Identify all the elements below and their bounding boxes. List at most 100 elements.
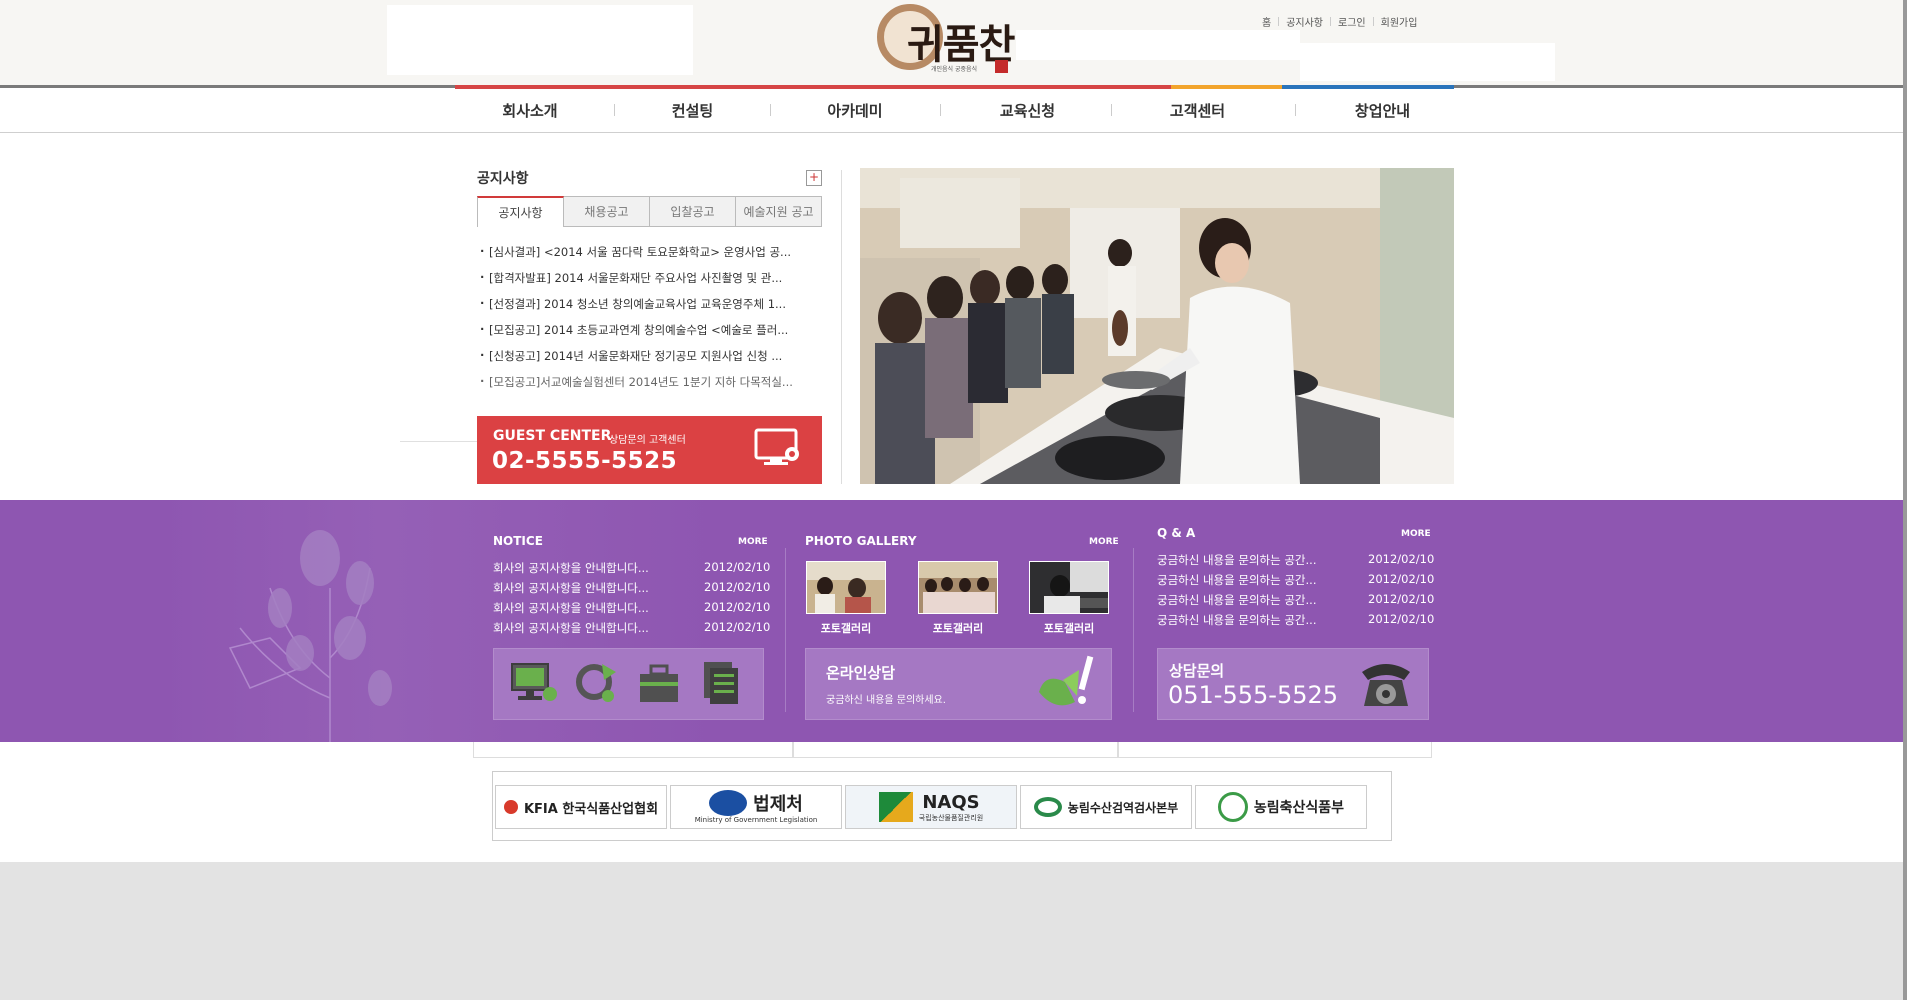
gallery-block-title: PHOTO GALLERY	[805, 534, 917, 548]
partner-banner-qia[interactable]: 농림수산검역검사본부	[1020, 785, 1192, 829]
list-item-date: 2012/02/10	[1368, 592, 1435, 606]
notice-more-button[interactable]: MORE	[738, 537, 768, 547]
list-item-date: 2012/02/10	[704, 560, 771, 574]
divider	[770, 104, 771, 116]
tab-bid[interactable]: 입찰공고	[650, 196, 736, 227]
partner-banners: KFIA 한국식품산업협회 법제처 Ministry of Government…	[492, 771, 1392, 841]
footer	[0, 862, 1907, 1000]
partner-banner-moleg[interactable]: 법제처 Ministry of Government Legislation	[670, 785, 842, 829]
util-link-signup[interactable]: 회원가입	[1381, 14, 1418, 29]
site-logo[interactable]: 귀품찬 개인음식 궁중음식	[877, 2, 1015, 80]
divider	[1372, 17, 1374, 26]
decorative-frame	[1118, 742, 1432, 758]
partner-banner-naqs[interactable]: NAQS 국립농산물품질관리원	[845, 785, 1017, 829]
nav-item-customer-center[interactable]: 고객센터	[1120, 88, 1275, 132]
tab-art-support[interactable]: 예술지원 공고	[736, 196, 822, 227]
cooking-class-photo	[860, 168, 1454, 484]
guest-center-sub: 상담문의 고객센터	[609, 435, 686, 446]
header-ad-slot-right	[1300, 43, 1555, 81]
nav-item-company[interactable]: 회사소개	[455, 88, 605, 132]
list-item[interactable]: 궁금하신 내용을 문의하는 공간...	[1157, 592, 1316, 608]
nav-item-consulting[interactable]: 컨설팅	[620, 88, 765, 132]
list-item[interactable]: [합격자발표] 2014 서울문화재단 주요사업 사진촬영 및 관...	[477, 270, 822, 296]
list-item[interactable]: 궁금하신 내용을 문의하는 공간...	[1157, 612, 1316, 628]
decorative-frame	[473, 742, 793, 758]
divider	[1133, 548, 1134, 712]
list-item[interactable]: [선정결과] 2014 청소년 창의예술교육사업 교육운영주체 1...	[477, 296, 822, 322]
decorative-frame	[793, 742, 1118, 758]
divider	[841, 170, 842, 484]
list-item[interactable]: 궁금하신 내용을 문의하는 공간...	[1157, 572, 1316, 588]
mafra-logo-icon	[1217, 792, 1248, 822]
util-link-login[interactable]: 로그인	[1338, 14, 1366, 29]
list-item-date: 2012/02/10	[1368, 612, 1435, 626]
gallery-thumb[interactable]	[918, 561, 998, 614]
gallery-thumb-label[interactable]: 포토갤러리	[806, 620, 886, 636]
utility-links: 홈 공지사항 로그인 회원가입	[1262, 14, 1417, 29]
partner-label: 농림축산식품부	[1253, 800, 1345, 816]
kfia-logo-icon	[503, 800, 518, 814]
list-item[interactable]: [신청공고] 2014년 서울문화재단 정기공모 지원사업 신청 ...	[477, 348, 822, 374]
nav-item-startup[interactable]: 창업안내	[1300, 88, 1465, 132]
briefcase-icon[interactable]	[636, 660, 682, 706]
util-link-notice[interactable]: 공지사항	[1286, 14, 1323, 29]
list-item[interactable]: 회사의 공지사항을 안내합니다...	[493, 560, 649, 576]
notice-list: [심사결과] <2014 서울 꿈다락 토요문화학교> 운영사업 공... [합…	[477, 244, 822, 400]
gallery-thumb[interactable]	[1029, 561, 1109, 614]
refresh-icon[interactable]	[572, 658, 620, 706]
notice-panel-title: 공지사항	[477, 171, 529, 187]
list-item-date: 2012/02/10	[1368, 572, 1435, 586]
list-item[interactable]: 궁금하신 내용을 문의하는 공간...	[1157, 552, 1316, 568]
divider	[940, 104, 941, 116]
gallery-thumb-label[interactable]: 포토갤러리	[1029, 620, 1109, 636]
qa-more-button[interactable]: MORE	[1401, 529, 1431, 539]
list-item[interactable]: [심사결과] <2014 서울 꿈다락 토요문화학교> 운영사업 공...	[477, 244, 822, 270]
divider	[400, 441, 477, 442]
gallery-thumb[interactable]	[806, 561, 886, 614]
partner-label: 농림수산검역검사본부	[1067, 800, 1179, 815]
list-item[interactable]: [모집공고] 2014 초등교과연계 창의예술수업 <예술로 플러...	[477, 322, 822, 348]
gallery-photo	[1030, 562, 1108, 613]
list-item[interactable]: 회사의 공지사항을 안내합니다...	[493, 600, 649, 616]
online-consult-title[interactable]: 온라인상담	[826, 662, 895, 683]
list-item[interactable]: [모집공고]서교예술실험센터 2014년도 1분기 지하 다목적실...	[477, 374, 822, 400]
document-icon[interactable]	[700, 660, 742, 706]
partner-label: 법제처	[753, 794, 803, 815]
notice-tabs: 공지사항 채용공고 입찰공고 예술지원 공고	[477, 196, 822, 228]
tab-notice[interactable]: 공지사항	[477, 196, 564, 227]
notice-block-title: NOTICE	[493, 534, 543, 548]
divider	[1111, 104, 1112, 116]
plus-icon[interactable]: +	[806, 170, 822, 186]
list-item[interactable]: 회사의 공지사항을 안내합니다...	[493, 580, 649, 596]
list-item[interactable]: 회사의 공지사항을 안내합니다...	[493, 620, 649, 636]
logo-tagline: 개인음식 궁중음식	[931, 66, 978, 73]
site-header: 귀품찬 개인음식 궁중음식 홈 공지사항 로그인 회원가입	[0, 0, 1907, 86]
partner-banner-kfia[interactable]: KFIA 한국식품산업협회	[495, 785, 667, 829]
divider	[785, 548, 786, 712]
partner-label: NAQS	[922, 791, 980, 813]
phone-consult-title: 상담문의	[1169, 662, 1225, 680]
guest-center-banner[interactable]: GUEST CENTER 상담문의 고객센터 02-5555-5525	[477, 416, 822, 484]
moleg-logo-icon	[709, 790, 748, 816]
gallery-thumb-label[interactable]: 포토갤러리	[918, 620, 998, 636]
tab-recruit[interactable]: 채용공고	[564, 196, 650, 227]
nav-item-education[interactable]: 교육신청	[950, 88, 1105, 132]
util-link-home[interactable]: 홈	[1262, 14, 1271, 29]
guest-center-label: GUEST CENTER	[493, 428, 612, 444]
list-item-date: 2012/02/10	[704, 600, 771, 614]
list-item-date: 2012/02/10	[704, 580, 771, 594]
list-item-date: 2012/02/10	[1368, 552, 1435, 566]
logo-seal	[995, 60, 1008, 73]
header-ad-slot-left	[387, 5, 693, 75]
partner-sub: Ministry of Government Legislation	[694, 816, 818, 824]
monitor-icon	[754, 428, 799, 465]
qa-block-title: Q & A	[1157, 526, 1196, 540]
nav-item-academy[interactable]: 아카데미	[780, 88, 930, 132]
scrollbar[interactable]	[1903, 0, 1907, 1000]
guest-center-phone: 02-5555-5525	[492, 448, 678, 474]
monitor-icon[interactable]	[508, 660, 560, 706]
partner-sub: 국립농산물품질관리원	[918, 813, 984, 822]
gallery-more-button[interactable]: MORE	[1089, 537, 1119, 547]
partner-banner-mafra[interactable]: 농림축산식품부	[1195, 785, 1367, 829]
list-item-date: 2012/02/10	[704, 620, 771, 634]
